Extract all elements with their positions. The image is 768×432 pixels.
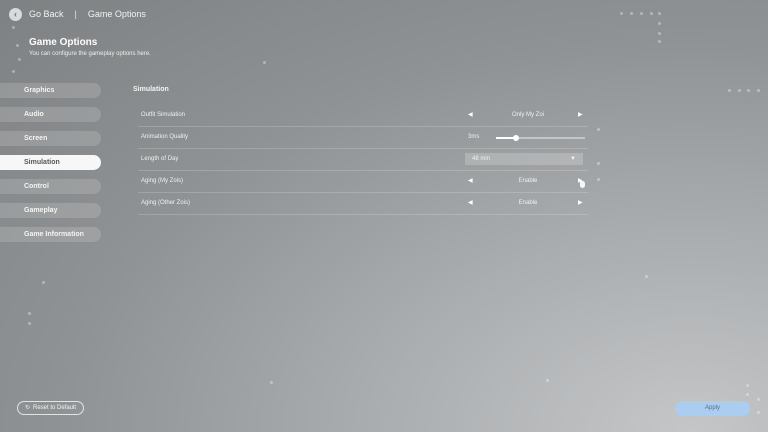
setting-label: Aging (My Zois) xyxy=(141,178,184,184)
slider-thumb[interactable] xyxy=(513,135,520,141)
menu-item-graphics[interactable]: Graphics xyxy=(0,83,101,98)
caret-down-icon: ▼ xyxy=(570,156,576,162)
breadcrumb-separator: | xyxy=(74,9,77,19)
setting-value: Enable xyxy=(518,178,538,184)
arrow-right-icon[interactable]: ▶ xyxy=(578,111,583,118)
slider-value: 3ms xyxy=(468,134,480,140)
mouse-cursor-icon xyxy=(580,181,585,188)
reset-icon: ↻ xyxy=(24,405,30,411)
animation-quality-slider[interactable] xyxy=(496,135,585,141)
menu-item-screen[interactable]: Screen xyxy=(0,131,101,146)
setting-label: Length of Day xyxy=(141,156,179,162)
setting-label: Animation Quality xyxy=(141,134,189,140)
menu-item-gameplay[interactable]: Gameplay xyxy=(0,203,101,218)
breadcrumb-current: Game Options xyxy=(87,9,146,19)
setting-label: Aging (Other Zois) xyxy=(141,200,191,206)
page-subtitle: You can configure the gameplay options h… xyxy=(29,51,151,57)
setting-row-outfit-simulation: Outfit Simulation ◀ Only My Zoi ▶ xyxy=(138,105,588,127)
menu-item-audio[interactable]: Audio xyxy=(0,107,101,122)
go-back-link[interactable]: Go Back xyxy=(29,9,64,19)
length-of-day-dropdown[interactable]: 48 min ▼ xyxy=(465,153,583,165)
setting-value: Only My Zoi xyxy=(511,112,544,118)
arrow-left-icon[interactable]: ◀ xyxy=(468,177,473,184)
section-title: Simulation xyxy=(133,86,169,93)
setting-row-aging-other-zois: Aging (Other Zois) ◀ Enable ▶ xyxy=(138,193,588,215)
arrow-left-icon[interactable]: ◀ xyxy=(468,111,473,118)
menu-item-game-information[interactable]: Game Information xyxy=(0,227,101,242)
dropdown-value: 48 min xyxy=(472,156,491,162)
reset-to-default-button[interactable]: ↻ Reset to Default xyxy=(17,401,84,415)
setting-row-length-of-day: Length of Day 48 min ▼ xyxy=(138,149,588,171)
arrow-left-icon[interactable]: ◀ xyxy=(468,199,473,206)
chevron-left-icon[interactable]: ‹ xyxy=(9,7,22,21)
menu-item-control[interactable]: Control xyxy=(0,179,101,194)
settings-list: Outfit Simulation ◀ Only My Zoi ▶ Animat… xyxy=(138,105,588,215)
arrow-right-icon[interactable]: ▶ xyxy=(578,199,583,206)
setting-value: Enable xyxy=(518,200,538,206)
setting-row-aging-my-zois: Aging (My Zois) ◀ Enable ▶ xyxy=(138,171,588,193)
options-menu: Graphics Audio Screen Simulation Control… xyxy=(0,83,101,251)
reset-label: Reset to Default xyxy=(33,405,77,411)
apply-button[interactable]: Apply xyxy=(675,401,750,416)
setting-row-animation-quality: Animation Quality 3ms xyxy=(138,127,588,149)
menu-item-simulation[interactable]: Simulation xyxy=(0,155,101,170)
page-title: Game Options xyxy=(29,37,98,48)
setting-label: Outfit Simulation xyxy=(141,112,186,118)
top-bar: ‹ Go Back | Game Options xyxy=(9,7,146,21)
